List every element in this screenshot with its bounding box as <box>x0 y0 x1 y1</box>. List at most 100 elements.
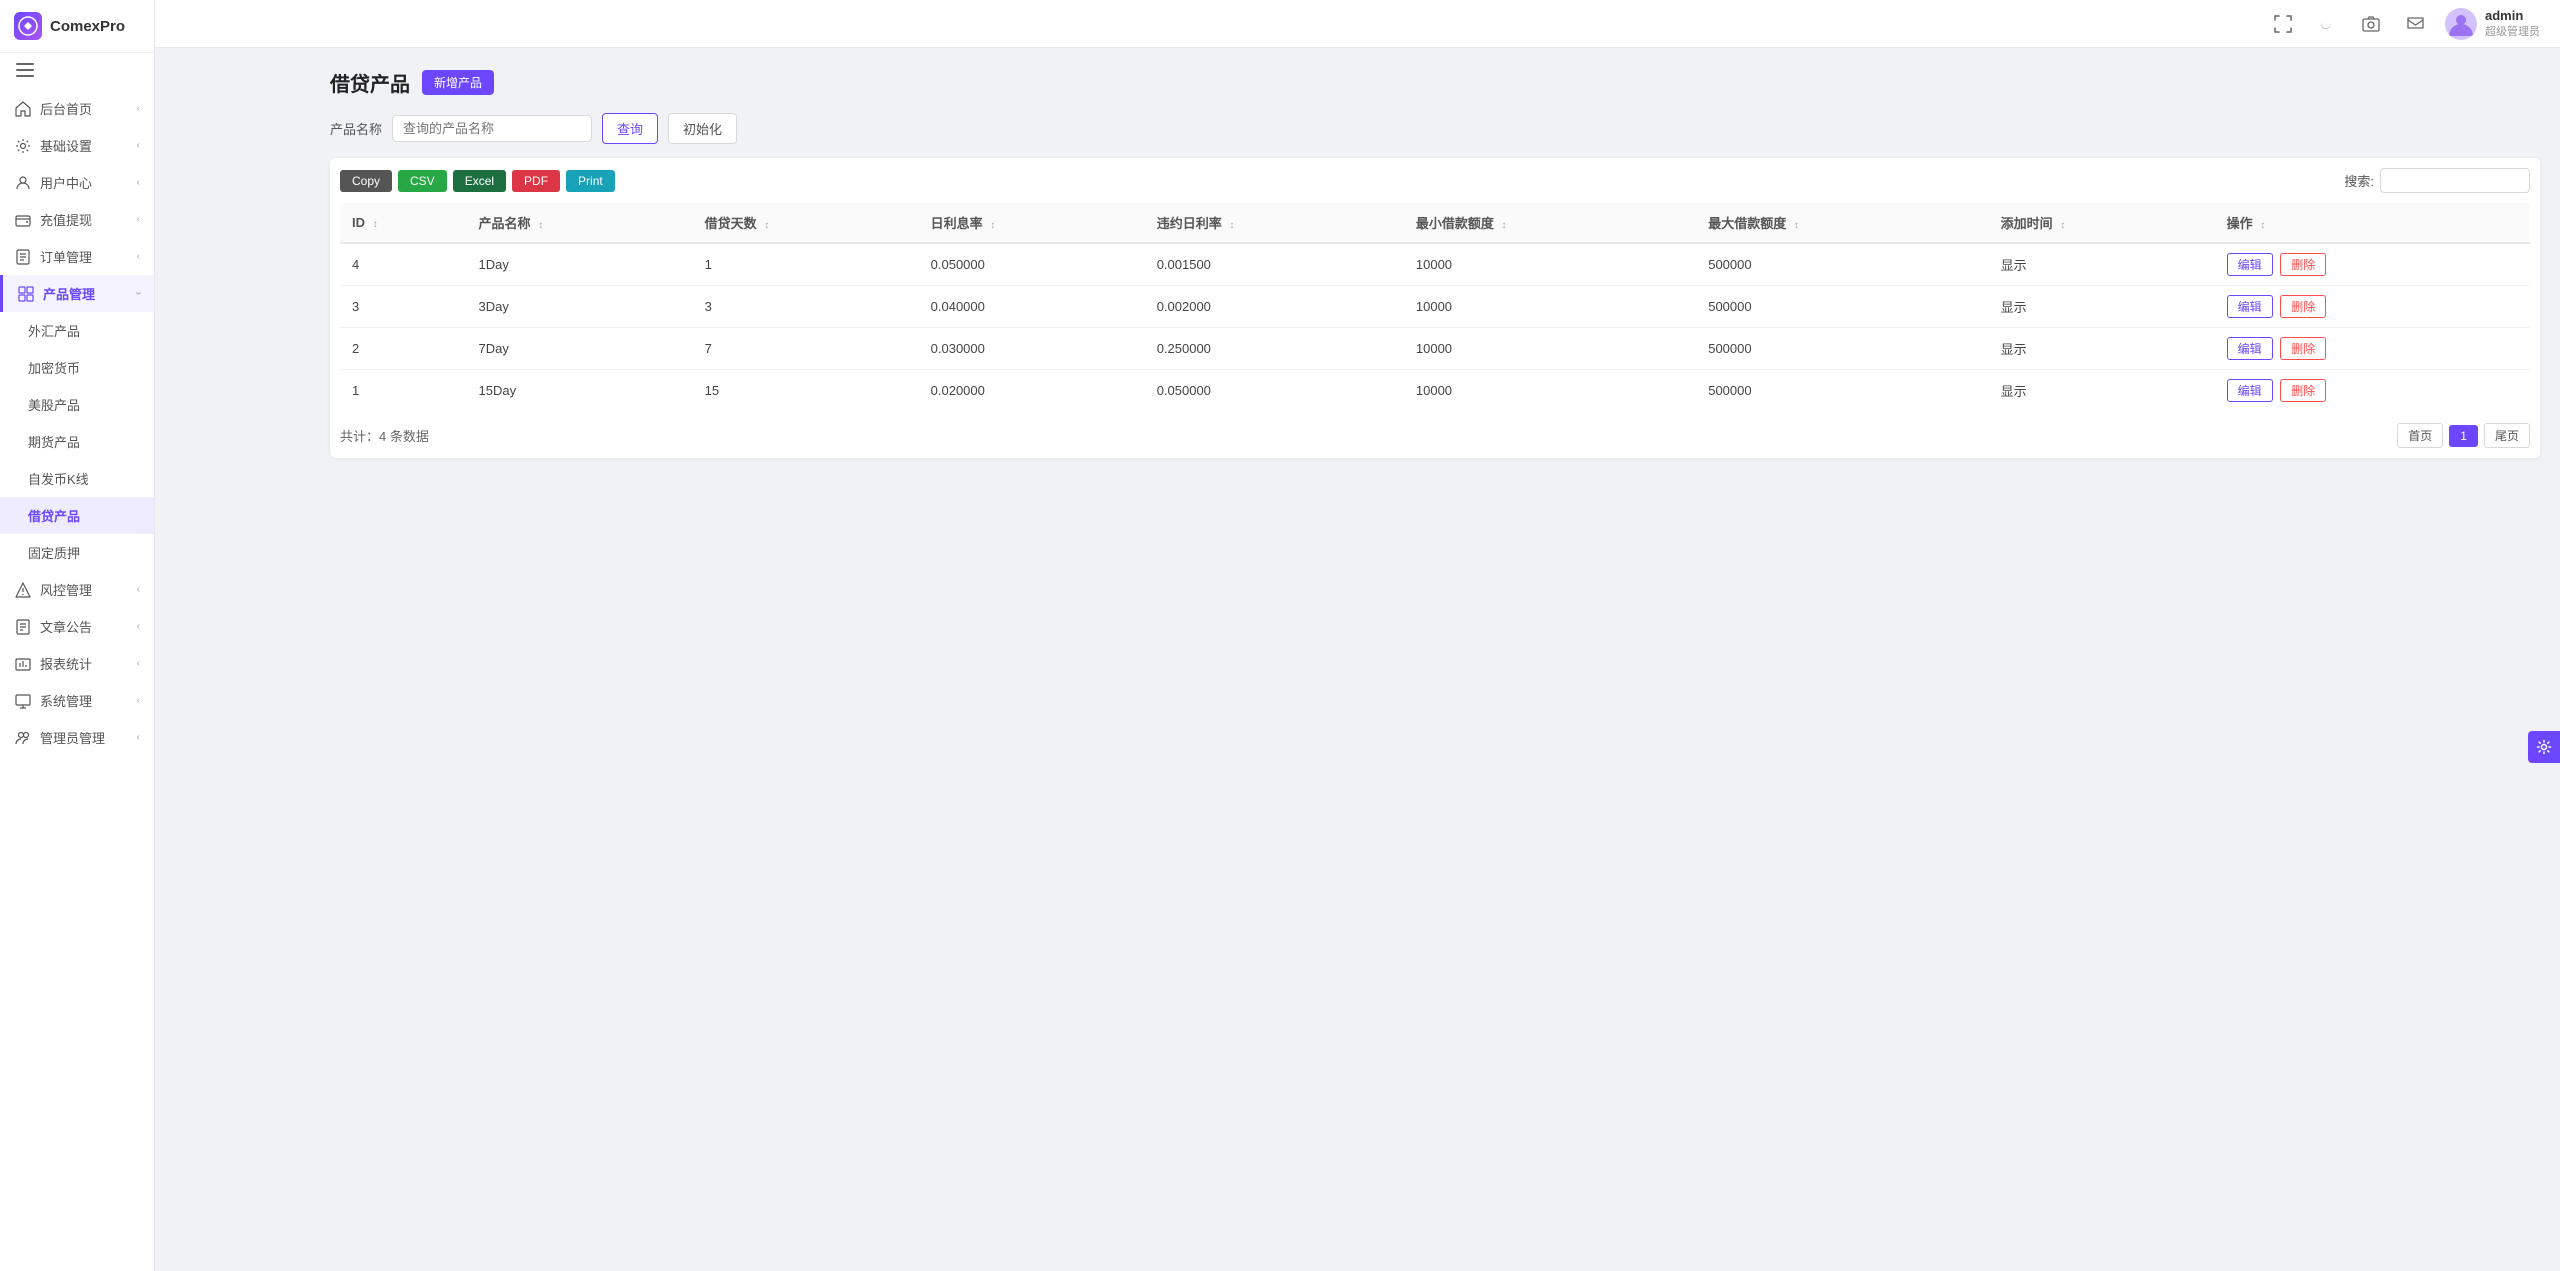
search-button[interactable]: 查询 <box>602 113 658 144</box>
expand-button[interactable] <box>2269 10 2297 38</box>
search-bar: 产品名称 查询 初始化 <box>330 113 2540 144</box>
sidebar-item-stocks[interactable]: 美股产品 <box>0 386 154 423</box>
home-icon <box>14 100 32 118</box>
cell-id: 2 <box>340 328 467 370</box>
chevron-icon: ‹ <box>137 103 140 114</box>
sidebar-item-forex[interactable]: 外汇产品 <box>0 312 154 349</box>
wallet-icon <box>14 211 32 229</box>
messages-button[interactable] <box>2401 10 2429 38</box>
theme-toggle-button[interactable] <box>2313 10 2341 38</box>
cell-daily-rate: 0.050000 <box>919 243 1145 286</box>
pdf-button[interactable]: PDF <box>512 170 560 192</box>
edit-button[interactable]: 编辑 <box>2227 337 2273 360</box>
cell-max-amount: 500000 <box>1696 243 1988 286</box>
delete-button[interactable]: 删除 <box>2280 253 2326 276</box>
col-daily-rate[interactable]: 日利息率 ↕ <box>919 203 1145 243</box>
cell-overdue-rate: 0.001500 <box>1145 243 1404 286</box>
cell-min-amount: 10000 <box>1404 328 1696 370</box>
sidebar-item-admin-mgmt[interactable]: 管理员管理 ‹ <box>0 719 154 756</box>
page-header: 借贷产品 新增产品 <box>330 68 2540 97</box>
col-days[interactable]: 借贷天数 ↕ <box>693 203 919 243</box>
col-action[interactable]: 操作 ↕ <box>2215 203 2530 243</box>
edit-button[interactable]: 编辑 <box>2227 379 2273 402</box>
edit-button[interactable]: 编辑 <box>2227 253 2273 276</box>
sidebar-logo: ComexPro <box>0 0 154 53</box>
sidebar-item-basic-settings[interactable]: 基础设置 ‹ <box>0 127 154 164</box>
edit-button[interactable]: 编辑 <box>2227 295 2273 318</box>
table-row: 2 7Day 7 0.030000 0.250000 10000 500000 … <box>340 328 2530 370</box>
total-count: 共计：4 条数据 <box>340 426 429 445</box>
logo-text: ComexPro <box>50 18 125 35</box>
col-add-time[interactable]: 添加时间 ↕ <box>1989 203 2215 243</box>
cell-action: 编辑 删除 <box>2215 243 2530 286</box>
cell-overdue-rate: 0.002000 <box>1145 286 1404 328</box>
sidebar-item-system[interactable]: 系统管理 ‹ <box>0 682 154 719</box>
first-page-button[interactable]: 首页 <box>2397 423 2443 448</box>
table-search-input[interactable] <box>2380 168 2530 193</box>
settings-float-button[interactable] <box>2528 731 2560 763</box>
delete-button[interactable]: 删除 <box>2280 337 2326 360</box>
print-button[interactable]: Print <box>566 170 615 192</box>
cell-name: 1Day <box>467 243 693 286</box>
table-row: 1 15Day 15 0.020000 0.050000 10000 50000… <box>340 370 2530 412</box>
cell-max-amount: 500000 <box>1696 370 1988 412</box>
excel-button[interactable]: Excel <box>453 170 506 192</box>
risk-icon <box>14 581 32 599</box>
topbar: admin 超级管理员 <box>155 0 2560 48</box>
col-id[interactable]: ID ↕ <box>340 203 467 243</box>
table-row: 4 1Day 1 0.050000 0.001500 10000 500000 … <box>340 243 2530 286</box>
table-toolbar: Copy CSV Excel PDF Print 搜索: <box>340 168 2530 193</box>
sidebar-item-product-mgmt[interactable]: 产品管理 ‹ <box>0 275 154 312</box>
cell-days: 15 <box>693 370 919 412</box>
pagination: 首页 1 尾页 <box>2397 423 2530 448</box>
cell-min-amount: 10000 <box>1404 286 1696 328</box>
sort-icon-name: ↕ <box>538 220 543 231</box>
table-row: 3 3Day 3 0.040000 0.002000 10000 500000 … <box>340 286 2530 328</box>
screenshot-button[interactable] <box>2357 10 2385 38</box>
settings-icon <box>14 137 32 155</box>
cell-id: 4 <box>340 243 467 286</box>
search-input[interactable] <box>392 115 592 142</box>
page-title: 借贷产品 <box>330 68 410 97</box>
sidebar-item-article[interactable]: 文章公告 ‹ <box>0 608 154 645</box>
col-min-amount[interactable]: 最小借款额度 ↕ <box>1404 203 1696 243</box>
col-max-amount[interactable]: 最大借款额度 ↕ <box>1696 203 1988 243</box>
cell-overdue-rate: 0.250000 <box>1145 328 1404 370</box>
sidebar-item-report[interactable]: 报表统计 ‹ <box>0 645 154 682</box>
topbar-right: admin 超级管理员 <box>2269 8 2540 40</box>
cell-name: 7Day <box>467 328 693 370</box>
col-overdue-rate[interactable]: 违约日利率 ↕ <box>1145 203 1404 243</box>
user-profile[interactable]: admin 超级管理员 <box>2445 8 2540 40</box>
cell-add-time: 显示 <box>1989 243 2215 286</box>
menu-toggle[interactable] <box>0 53 154 90</box>
cell-id: 1 <box>340 370 467 412</box>
cell-add-time: 显示 <box>1989 370 2215 412</box>
sort-icon-max-amount: ↕ <box>1794 220 1799 231</box>
reset-button[interactable]: 初始化 <box>668 113 737 144</box>
sidebar-item-order-mgmt[interactable]: 订单管理 ‹ <box>0 238 154 275</box>
cell-add-time: 显示 <box>1989 328 2215 370</box>
sidebar-item-recharge[interactable]: 充值提现 ‹ <box>0 201 154 238</box>
delete-button[interactable]: 删除 <box>2280 295 2326 318</box>
delete-button[interactable]: 删除 <box>2280 379 2326 402</box>
sidebar: ComexPro 后台首页 ‹ 基础设置 ‹ 用户中心 ‹ 充值提现 ‹ <box>0 0 155 1271</box>
sort-icon-overdue-rate: ↕ <box>1229 220 1234 231</box>
sidebar-item-collateral[interactable]: 固定质押 <box>0 534 154 571</box>
sidebar-item-dashboard[interactable]: 后台首页 ‹ <box>0 90 154 127</box>
csv-button[interactable]: CSV <box>398 170 447 192</box>
sidebar-item-crypto[interactable]: 加密货币 <box>0 349 154 386</box>
new-product-button[interactable]: 新增产品 <box>422 70 494 95</box>
page-1-button[interactable]: 1 <box>2449 425 2478 447</box>
sidebar-item-futures[interactable]: 期货产品 <box>0 423 154 460</box>
sidebar-item-loan[interactable]: 借贷产品 <box>0 497 154 534</box>
sidebar-item-user-center[interactable]: 用户中心 ‹ <box>0 164 154 201</box>
col-name[interactable]: 产品名称 ↕ <box>467 203 693 243</box>
copy-button[interactable]: Copy <box>340 170 392 192</box>
report-icon <box>14 655 32 673</box>
sidebar-item-kline[interactable]: 自发币K线 <box>0 460 154 497</box>
cell-overdue-rate: 0.050000 <box>1145 370 1404 412</box>
sidebar-item-risk-mgmt[interactable]: 风控管理 ‹ <box>0 571 154 608</box>
product-icon <box>17 285 35 303</box>
sort-icon-id: ↕ <box>373 219 378 230</box>
last-page-button[interactable]: 尾页 <box>2484 423 2530 448</box>
